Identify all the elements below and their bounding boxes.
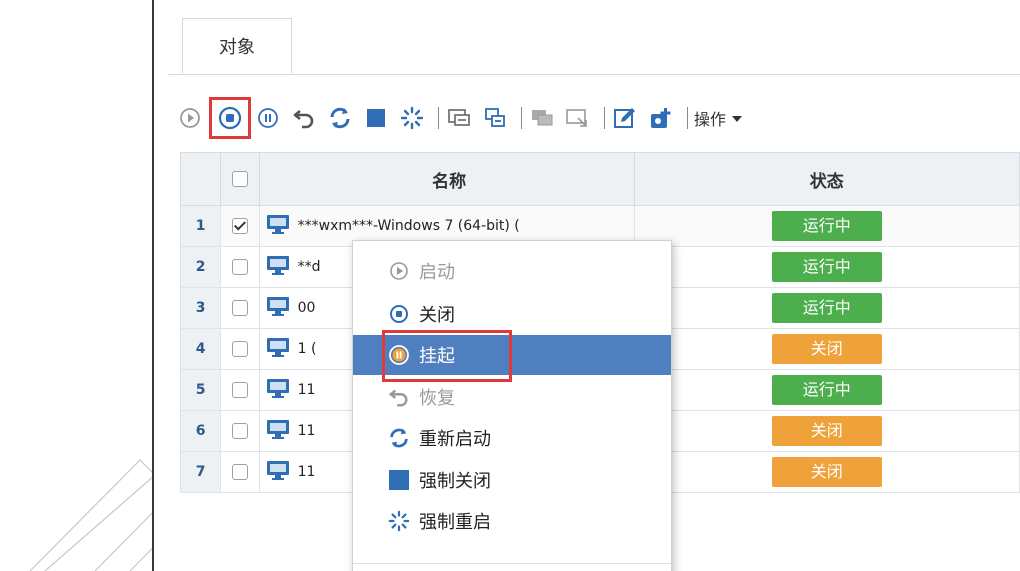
row-number: 1 [179, 205, 222, 247]
toolbar: 操作 [176, 97, 1016, 139]
header-state[interactable]: 状态 [633, 152, 1020, 206]
monitor-icon [266, 419, 290, 443]
status-badge: 关闭 [771, 334, 882, 364]
vm-name: 00 [297, 300, 316, 316]
refresh-icon [387, 426, 411, 450]
row-number: 6 [179, 410, 222, 452]
row-checkbox-cell[interactable] [220, 410, 260, 452]
status-badge: 关闭 [771, 457, 882, 487]
toolbar-separator [521, 107, 522, 129]
vm-name: 1 ( [297, 341, 317, 357]
header-name[interactable]: 名称 [258, 152, 635, 206]
play-icon [387, 259, 411, 283]
row-checkbox[interactable] [231, 423, 248, 439]
context-menu: 启动 关闭 挂起 恢复 重新启动 强制关闭 强制重启 [352, 240, 672, 571]
console-icon[interactable] [445, 104, 473, 132]
monitor-icon [266, 255, 290, 279]
menu-item-start[interactable]: 启动 [353, 251, 671, 291]
row-checkbox-cell[interactable] [220, 287, 260, 329]
menu-divider [353, 563, 671, 564]
row-checkbox[interactable] [231, 382, 248, 398]
vm-name: 11 [297, 382, 316, 398]
menu-item-resume[interactable]: 恢复 [353, 377, 671, 417]
row-checkbox-cell[interactable] [220, 369, 260, 411]
header-select-all[interactable] [220, 152, 260, 206]
vm-state-cell: 运行中 [633, 246, 1020, 288]
edit-icon[interactable] [611, 104, 639, 132]
screen-icon[interactable] [564, 104, 592, 132]
caret-down-icon [732, 116, 743, 122]
menu-item-shutdown[interactable]: 关闭 [353, 294, 671, 334]
pause-icon[interactable] [254, 104, 282, 132]
menu-item-label: 强制关闭 [419, 471, 491, 492]
monitor-icon [266, 214, 290, 238]
vm-state-cell: 运行中 [633, 287, 1020, 329]
undo-icon[interactable] [290, 104, 318, 132]
monitor-icon [266, 460, 290, 484]
operations-label: 操作 [694, 110, 727, 129]
row-number: 3 [179, 287, 222, 329]
monitor-icon [266, 337, 290, 361]
vm-name: ***wxm***-Windows 7 (64-bit) ( [297, 218, 520, 234]
vm-state-cell: 关闭 [633, 451, 1020, 493]
menu-item-label: 强制重启 [419, 512, 491, 533]
tab-objects[interactable]: 对象 [182, 18, 292, 74]
row-checkbox[interactable] [231, 464, 248, 480]
row-checkbox[interactable] [231, 341, 248, 357]
vm-state-cell: 运行中 [633, 369, 1020, 411]
select-all-checkbox[interactable] [231, 171, 248, 187]
play-icon[interactable] [176, 104, 204, 132]
migrate-icon[interactable] [481, 104, 509, 132]
row-checkbox-cell[interactable] [220, 246, 260, 288]
menu-item-label: 关闭 [419, 305, 455, 326]
monitor-icon [266, 296, 290, 320]
spinner-icon [387, 509, 411, 533]
status-badge: 运行中 [771, 293, 882, 323]
square-icon [387, 468, 411, 492]
toolbar-separator [438, 107, 439, 129]
vm-state-cell: 运行中 [633, 205, 1020, 247]
snapshot-icon[interactable] [528, 104, 556, 132]
refresh-icon[interactable] [326, 104, 354, 132]
toolbar-separator [687, 107, 688, 129]
vm-name: 11 [297, 464, 316, 480]
menu-item-restart[interactable]: 重新启动 [353, 418, 671, 458]
vm-state-cell: 关闭 [633, 328, 1020, 370]
row-checkbox-cell[interactable] [220, 205, 260, 247]
row-checkbox[interactable] [231, 259, 248, 275]
undo-icon [387, 385, 411, 409]
vm-name: 11 [297, 423, 316, 439]
spinner-icon[interactable] [398, 104, 426, 132]
row-checkbox[interactable] [231, 300, 248, 316]
menu-item-force-restart[interactable]: 强制重启 [353, 501, 671, 541]
tab-bar: 对象 [168, 0, 1020, 75]
highlight-box [382, 330, 512, 382]
vm-name: **d [297, 259, 321, 275]
menu-item-label: 恢复 [419, 388, 455, 409]
row-number: 2 [179, 246, 222, 288]
status-badge: 运行中 [771, 211, 882, 241]
status-badge: 运行中 [771, 252, 882, 282]
menu-item-force-off[interactable]: 强制关闭 [353, 460, 671, 500]
row-checkbox-cell[interactable] [220, 328, 260, 370]
stop-icon [387, 302, 411, 326]
toolbar-separator [604, 107, 605, 129]
vm-panel: 对象 操作 名称 状态 1 ***wxm***-Windows 7 (64-bi… [152, 0, 1020, 571]
status-badge: 关闭 [771, 416, 882, 446]
monitor-icon [266, 378, 290, 402]
operations-dropdown[interactable]: 操作 [694, 106, 743, 130]
status-badge: 运行中 [771, 375, 882, 405]
row-checkbox[interactable] [231, 218, 248, 234]
header-row-number [179, 152, 222, 206]
row-number: 5 [179, 369, 222, 411]
menu-item-label: 启动 [419, 262, 455, 283]
vm-state-cell: 关闭 [633, 410, 1020, 452]
menu-item-label: 重新启动 [419, 429, 491, 450]
row-checkbox-cell[interactable] [220, 451, 260, 493]
row-number: 7 [179, 451, 222, 493]
stop-icon[interactable] [209, 97, 251, 139]
square-icon[interactable] [362, 104, 390, 132]
row-number: 4 [179, 328, 222, 370]
add-icon[interactable] [647, 104, 675, 132]
